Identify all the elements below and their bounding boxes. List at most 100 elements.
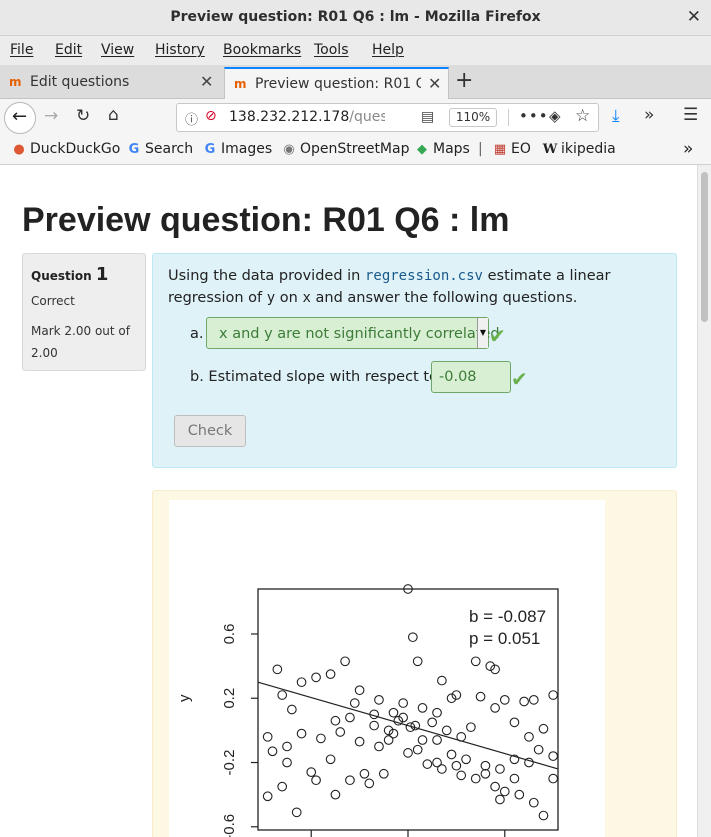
page-actions-icon[interactable]: ••• — [519, 107, 549, 125]
bookmark-separator: | — [478, 141, 483, 157]
bookmark-images[interactable]: G Images — [202, 141, 272, 157]
info-icon[interactable]: ⓘ — [185, 109, 198, 128]
data-point — [398, 698, 409, 708]
page-content: Preview question: R01 Q6 : lm Question 1… — [0, 165, 697, 837]
data-point — [427, 717, 438, 728]
menu-bookmarks[interactable]: Bookmarks — [223, 42, 301, 58]
answer-a-select[interactable]: x and y are not significantly correlated… — [206, 317, 500, 349]
data-point — [262, 731, 273, 742]
bookmark-maps[interactable]: ◆ Maps — [414, 141, 470, 157]
url-host: 138.232.212.178 — [229, 109, 350, 125]
window-title: Preview question: R01 Q6 : lm - Mozilla … — [170, 9, 541, 25]
duckduckgo-icon: ● — [13, 142, 25, 157]
data-point — [548, 773, 559, 784]
bookmark-wikipedia[interactable]: Wikipedia — [542, 141, 616, 157]
back-button[interactable]: ← — [4, 102, 36, 134]
tab-close-icon[interactable]: ✕ — [200, 72, 213, 91]
data-point — [403, 748, 413, 758]
data-point — [277, 690, 288, 700]
menu-tools[interactable]: Tools — [314, 42, 349, 58]
data-point — [432, 757, 442, 768]
forward-arrow-icon[interactable]: → — [44, 106, 58, 126]
scrollbar[interactable] — [697, 165, 711, 837]
bookmark-openstreetmap[interactable]: ◉ OpenStreetMap — [281, 141, 409, 157]
check-button[interactable]: Check — [174, 415, 246, 447]
pocket-icon[interactable]: ◈ — [549, 107, 561, 125]
bookmark-star-icon[interactable]: ☆ — [575, 106, 590, 126]
data-point — [345, 712, 355, 723]
y-tick-label: 0.6 — [221, 624, 238, 645]
data-point — [509, 773, 520, 784]
zoom-level[interactable]: 110% — [449, 108, 497, 127]
data-point — [287, 704, 297, 715]
data-point — [509, 717, 520, 728]
regression-line — [257, 681, 559, 770]
y-axis-label: y — [176, 694, 193, 702]
answer-a-value: x and y are not significantly correlated — [219, 326, 500, 342]
data-point — [417, 703, 428, 713]
data-point — [470, 773, 481, 784]
data-point — [340, 656, 350, 667]
tab-label: Preview question: R01 Q6 : lm — [255, 76, 421, 92]
data-point — [291, 807, 302, 818]
window-close-icon[interactable]: ✕ — [687, 7, 701, 27]
data-point — [325, 754, 336, 765]
url-bar[interactable]: ⓘ ⊘ 138.232.212.178/questi ▤ 110% ••• ◈ … — [176, 103, 599, 132]
data-point — [461, 754, 471, 765]
insecure-lock-icon[interactable]: ⊘ — [205, 108, 217, 124]
answer-b-input[interactable] — [431, 361, 511, 393]
menu-view[interactable]: View — [101, 42, 134, 58]
data-point — [480, 768, 491, 779]
download-icon[interactable]: ⤓ — [612, 106, 620, 126]
scrollbar-thumb[interactable] — [701, 172, 708, 322]
data-point — [514, 789, 525, 800]
url-separator — [508, 109, 509, 126]
menu-file[interactable]: File — [10, 42, 33, 58]
dropdown-arrow-icon[interactable]: ▼ — [477, 318, 488, 348]
tab-preview-question[interactable]: m Preview question: R01 Q6 : lm ✕ — [224, 67, 449, 99]
reload-icon[interactable]: ↻ — [76, 106, 90, 126]
data-point — [383, 735, 394, 745]
overflow-icon[interactable]: » — [644, 105, 654, 125]
menu-bar: File Edit View History Bookmarks Tools H… — [0, 36, 711, 65]
bookmark-label: Images — [221, 141, 273, 157]
moodle-icon: m — [9, 75, 22, 89]
home-icon[interactable]: ⌂ — [108, 105, 119, 125]
menu-history[interactable]: History — [155, 42, 205, 58]
tab-edit-questions[interactable]: m Edit questions ✕ — [0, 67, 224, 99]
data-point — [528, 695, 539, 705]
data-point — [345, 775, 355, 786]
bookmark-duckduckgo[interactable]: ● DuckDuckGo — [11, 141, 120, 157]
data-point — [466, 722, 476, 733]
data-point — [499, 695, 510, 705]
y-tick-label: 0.2 — [221, 688, 238, 709]
new-tab-icon[interactable]: + — [455, 68, 473, 93]
url-text[interactable]: 138.232.212.178/questi — [229, 109, 385, 125]
data-point — [311, 775, 321, 786]
tab-close-icon[interactable]: ✕ — [428, 74, 441, 93]
data-point — [548, 690, 559, 700]
data-point — [533, 744, 544, 755]
data-point — [410, 720, 421, 731]
data-point — [480, 760, 491, 771]
bookmark-label: ikipedia — [561, 141, 616, 157]
reader-view-icon[interactable]: ▤ — [421, 109, 434, 125]
y-tick-label: -0.6 — [221, 814, 238, 837]
navigation-bar: ← → ↻ ⌂ ⓘ ⊘ 138.232.212.178/questi ▤ 110… — [0, 99, 711, 137]
page-title: Preview question: R01 Q6 : lm — [22, 201, 510, 239]
bookmarks-overflow-icon[interactable]: » — [683, 139, 693, 159]
menu-edit[interactable]: Edit — [55, 42, 82, 58]
data-point — [349, 698, 360, 708]
hamburger-menu-icon[interactable]: ☰ — [683, 105, 698, 125]
question-text-part: and answer the following questions. — [310, 290, 578, 306]
subquestion-b-text: b. Estimated slope with respect to — [190, 369, 443, 385]
bookmark-search[interactable]: G Search — [126, 141, 193, 157]
plot-annotation: p = 0.051 — [469, 629, 540, 648]
menu-help[interactable]: Help — [372, 42, 404, 58]
correct-check-icon: ✔ — [489, 324, 506, 348]
data-file-link[interactable]: regression.csv — [365, 268, 483, 284]
subquestion-a-label: a. — [190, 326, 204, 342]
bookmark-eo[interactable]: ▦ EO — [492, 141, 531, 157]
question-number-value: 1 — [95, 264, 109, 285]
data-point — [495, 764, 505, 774]
